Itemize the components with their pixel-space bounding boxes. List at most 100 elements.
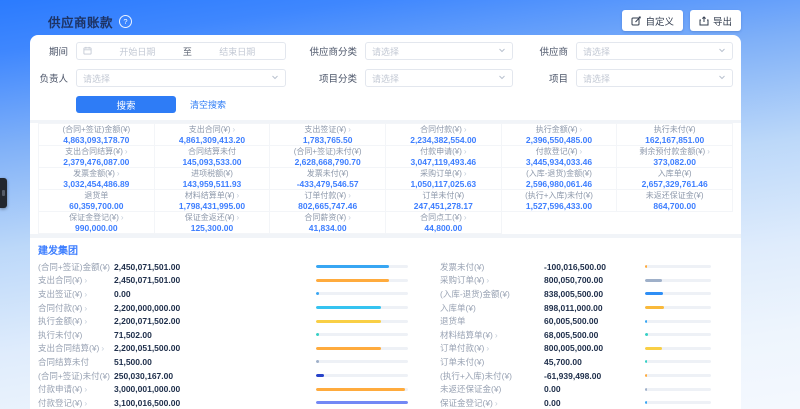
group-row-left: 执行未付(¥)71,502.00 [38, 329, 412, 341]
metric-cell[interactable]: 采购订单(¥)›1,050,117,025.63 [386, 168, 502, 190]
metric-cell[interactable]: 支出合同(¥)›4,861,309,413.20 [155, 124, 271, 146]
group-title[interactable]: 建发集团 [30, 238, 741, 260]
metric-cell[interactable]: 合同付款(¥)›2,234,382,554.00 [386, 124, 502, 146]
metric-cell[interactable]: 材料结算单(¥)›1,798,431,995.00 [155, 190, 271, 212]
metric-label: 发票未付(¥) [307, 169, 349, 179]
group-row-left: 支出合同(¥)›2,450,071,501.00 [38, 274, 412, 286]
row-value: 2,450,071,501.00 [114, 275, 252, 285]
project-category-select[interactable]: 请选择 [365, 69, 513, 87]
project-select[interactable]: 请选择 [576, 69, 733, 87]
search-button[interactable]: 搜索 [76, 96, 176, 113]
customize-button[interactable]: 自定义 [622, 10, 683, 31]
row-bar-fill [316, 347, 381, 350]
row-label[interactable]: 执行金额(¥)› [38, 315, 114, 327]
row-value: 898,011,000.00 [544, 303, 640, 313]
row-bar-fill [645, 347, 662, 350]
export-button[interactable]: 导出 [690, 10, 741, 31]
customize-label: 自定义 [645, 14, 674, 28]
metric-value: 145,093,533.00 [182, 157, 241, 167]
row-bar-fill [316, 401, 408, 404]
metric-cell[interactable]: 合同点工(¥)›44,800.00 [386, 212, 502, 234]
row-bar-fill [316, 333, 319, 336]
chevron-right-icon: › [464, 213, 467, 222]
row-bar-fill [316, 320, 381, 323]
row-label[interactable]: 采购订单(¥)› [440, 274, 544, 286]
owner-select[interactable]: 请选择 [76, 69, 286, 87]
row-bar [645, 333, 711, 336]
chevron-right-icon: › [707, 147, 710, 156]
row-label[interactable]: 支出合同(¥)› [38, 274, 114, 286]
metric-label: 支出合同(¥)› [189, 125, 235, 135]
metric-cell[interactable]: 执行金额(¥)›2,396,550,485.00 [502, 124, 618, 146]
group-row-right: 发票未付(¥)-100,016,500.00 [440, 261, 713, 273]
metric-cell[interactable]: 支出签证(¥)›1,783,765.50 [270, 124, 386, 146]
group-row: 支出签证(¥)›0.00(入库-退货)金额(¥)838,005,500.00 [38, 287, 733, 301]
group-rows: (合同+签证)金额(¥)2,450,071,501.00发票未付(¥)-100,… [30, 260, 741, 409]
metric-label: (入库-退货)金额(¥) [526, 169, 592, 179]
metric-label: 执行未付(¥) [654, 125, 696, 135]
supplier-category-select[interactable]: 请选择 [365, 42, 513, 60]
main-panel: 期间 开始日期 至 结束日期 供应商分类 请选择 供应商 [30, 35, 741, 409]
row-bar-fill [645, 374, 647, 377]
row-bar-fill [645, 320, 647, 323]
metric-cell[interactable]: 合同薪资(¥)›41,834.00 [270, 212, 386, 234]
row-value: 60,005,500.00 [544, 316, 640, 326]
metric-cell[interactable]: 保证金登记(¥)›990,000.00 [39, 212, 155, 234]
metric-cell[interactable]: 订单付款(¥)›802,665,747.46 [270, 190, 386, 212]
filter-label-period: 期间 [38, 44, 76, 58]
metric-label: 付款登记(¥)› [536, 147, 582, 157]
metric-label: (执行+入库)未付(¥) [525, 191, 593, 201]
supplier-select[interactable]: 请选择 [576, 42, 733, 60]
row-bar [645, 320, 711, 323]
row-bar [645, 347, 711, 350]
row-bar [316, 374, 408, 377]
drawer-handle[interactable] [0, 178, 7, 208]
metric-label: 合同薪资(¥)› [304, 213, 350, 223]
export-icon [699, 16, 709, 26]
filter-label-supplier: 供应商 [524, 44, 576, 58]
metric-label: 支出合同结算(¥)› [65, 147, 127, 157]
row-bar-fill [645, 279, 662, 282]
metric-cell[interactable]: 保证金返还(¥)›125,300.00 [155, 212, 271, 234]
row-bar [645, 265, 711, 268]
metric-label: 合同点工(¥)› [420, 213, 466, 223]
metric-cell[interactable]: 剩余预付款金额(¥)›373,082.00 [617, 146, 733, 168]
row-bar [645, 306, 711, 309]
metric-cell[interactable]: 付款申请(¥)›3,047,119,493.46 [386, 146, 502, 168]
metric-cell[interactable]: 支出合同结算(¥)›2,379,476,087.00 [39, 146, 155, 168]
metric-value: 1,050,117,025.63 [410, 179, 476, 189]
metric-value: 143,959,511.93 [183, 179, 242, 189]
clear-search-link[interactable]: 清空搜索 [190, 98, 226, 111]
metric-label: 支出签证(¥)› [304, 125, 350, 135]
row-label[interactable]: 付款申请(¥)› [38, 383, 114, 395]
metric-label: 合同结算未付 [188, 147, 236, 157]
metric-value: 2,657,329,761.46 [642, 179, 708, 189]
row-value: 2,200,071,502.00 [114, 316, 252, 326]
row-value: 2,200,051,500.00 [114, 343, 252, 353]
metric-label: 退货单 [84, 191, 108, 201]
row-label[interactable]: 付款登记(¥)› [38, 397, 114, 409]
row-label[interactable]: 材料结算单(¥)› [440, 329, 544, 341]
row-label[interactable]: 支出合同结算(¥)› [38, 342, 114, 354]
end-date-placeholder[interactable]: 结束日期 [196, 45, 279, 58]
row-label[interactable]: 合同付款(¥)› [38, 302, 114, 314]
filter-row-1: 期间 开始日期 至 结束日期 供应商分类 请选择 供应商 [38, 42, 733, 60]
metric-value: 802,665,747.46 [298, 201, 357, 211]
row-value: -61,939,498.00 [544, 371, 640, 381]
metric-cell: 执行未付(¥)162,167,851.00 [617, 124, 733, 146]
start-date-placeholder[interactable]: 开始日期 [96, 45, 179, 58]
group-row: 付款申请(¥)›3,000,001,000.00未返还保证金(¥)0.00 [38, 382, 733, 396]
date-range-input[interactable]: 开始日期 至 结束日期 [76, 42, 286, 60]
chevron-right-icon: › [117, 169, 120, 178]
metric-cell[interactable]: 发票金额(¥)›3,032,454,486.89 [39, 168, 155, 190]
row-label[interactable]: 支出签证(¥)› [38, 288, 114, 300]
metric-cell[interactable]: 付款登记(¥)›3,445,934,033.46 [502, 146, 618, 168]
metric-value: 247,451,278.17 [414, 201, 473, 211]
row-bar [316, 360, 408, 363]
row-label[interactable]: 保证金登记(¥)› [440, 397, 544, 409]
placeholder: 请选择 [372, 72, 399, 85]
group-row-right: 退货单60,005,500.00 [440, 315, 713, 327]
row-label[interactable]: 订单付款(¥)› [440, 342, 544, 354]
metric-value: 3,445,934,033.46 [526, 157, 592, 167]
row-value: 3,100,016,500.00 [114, 398, 252, 408]
